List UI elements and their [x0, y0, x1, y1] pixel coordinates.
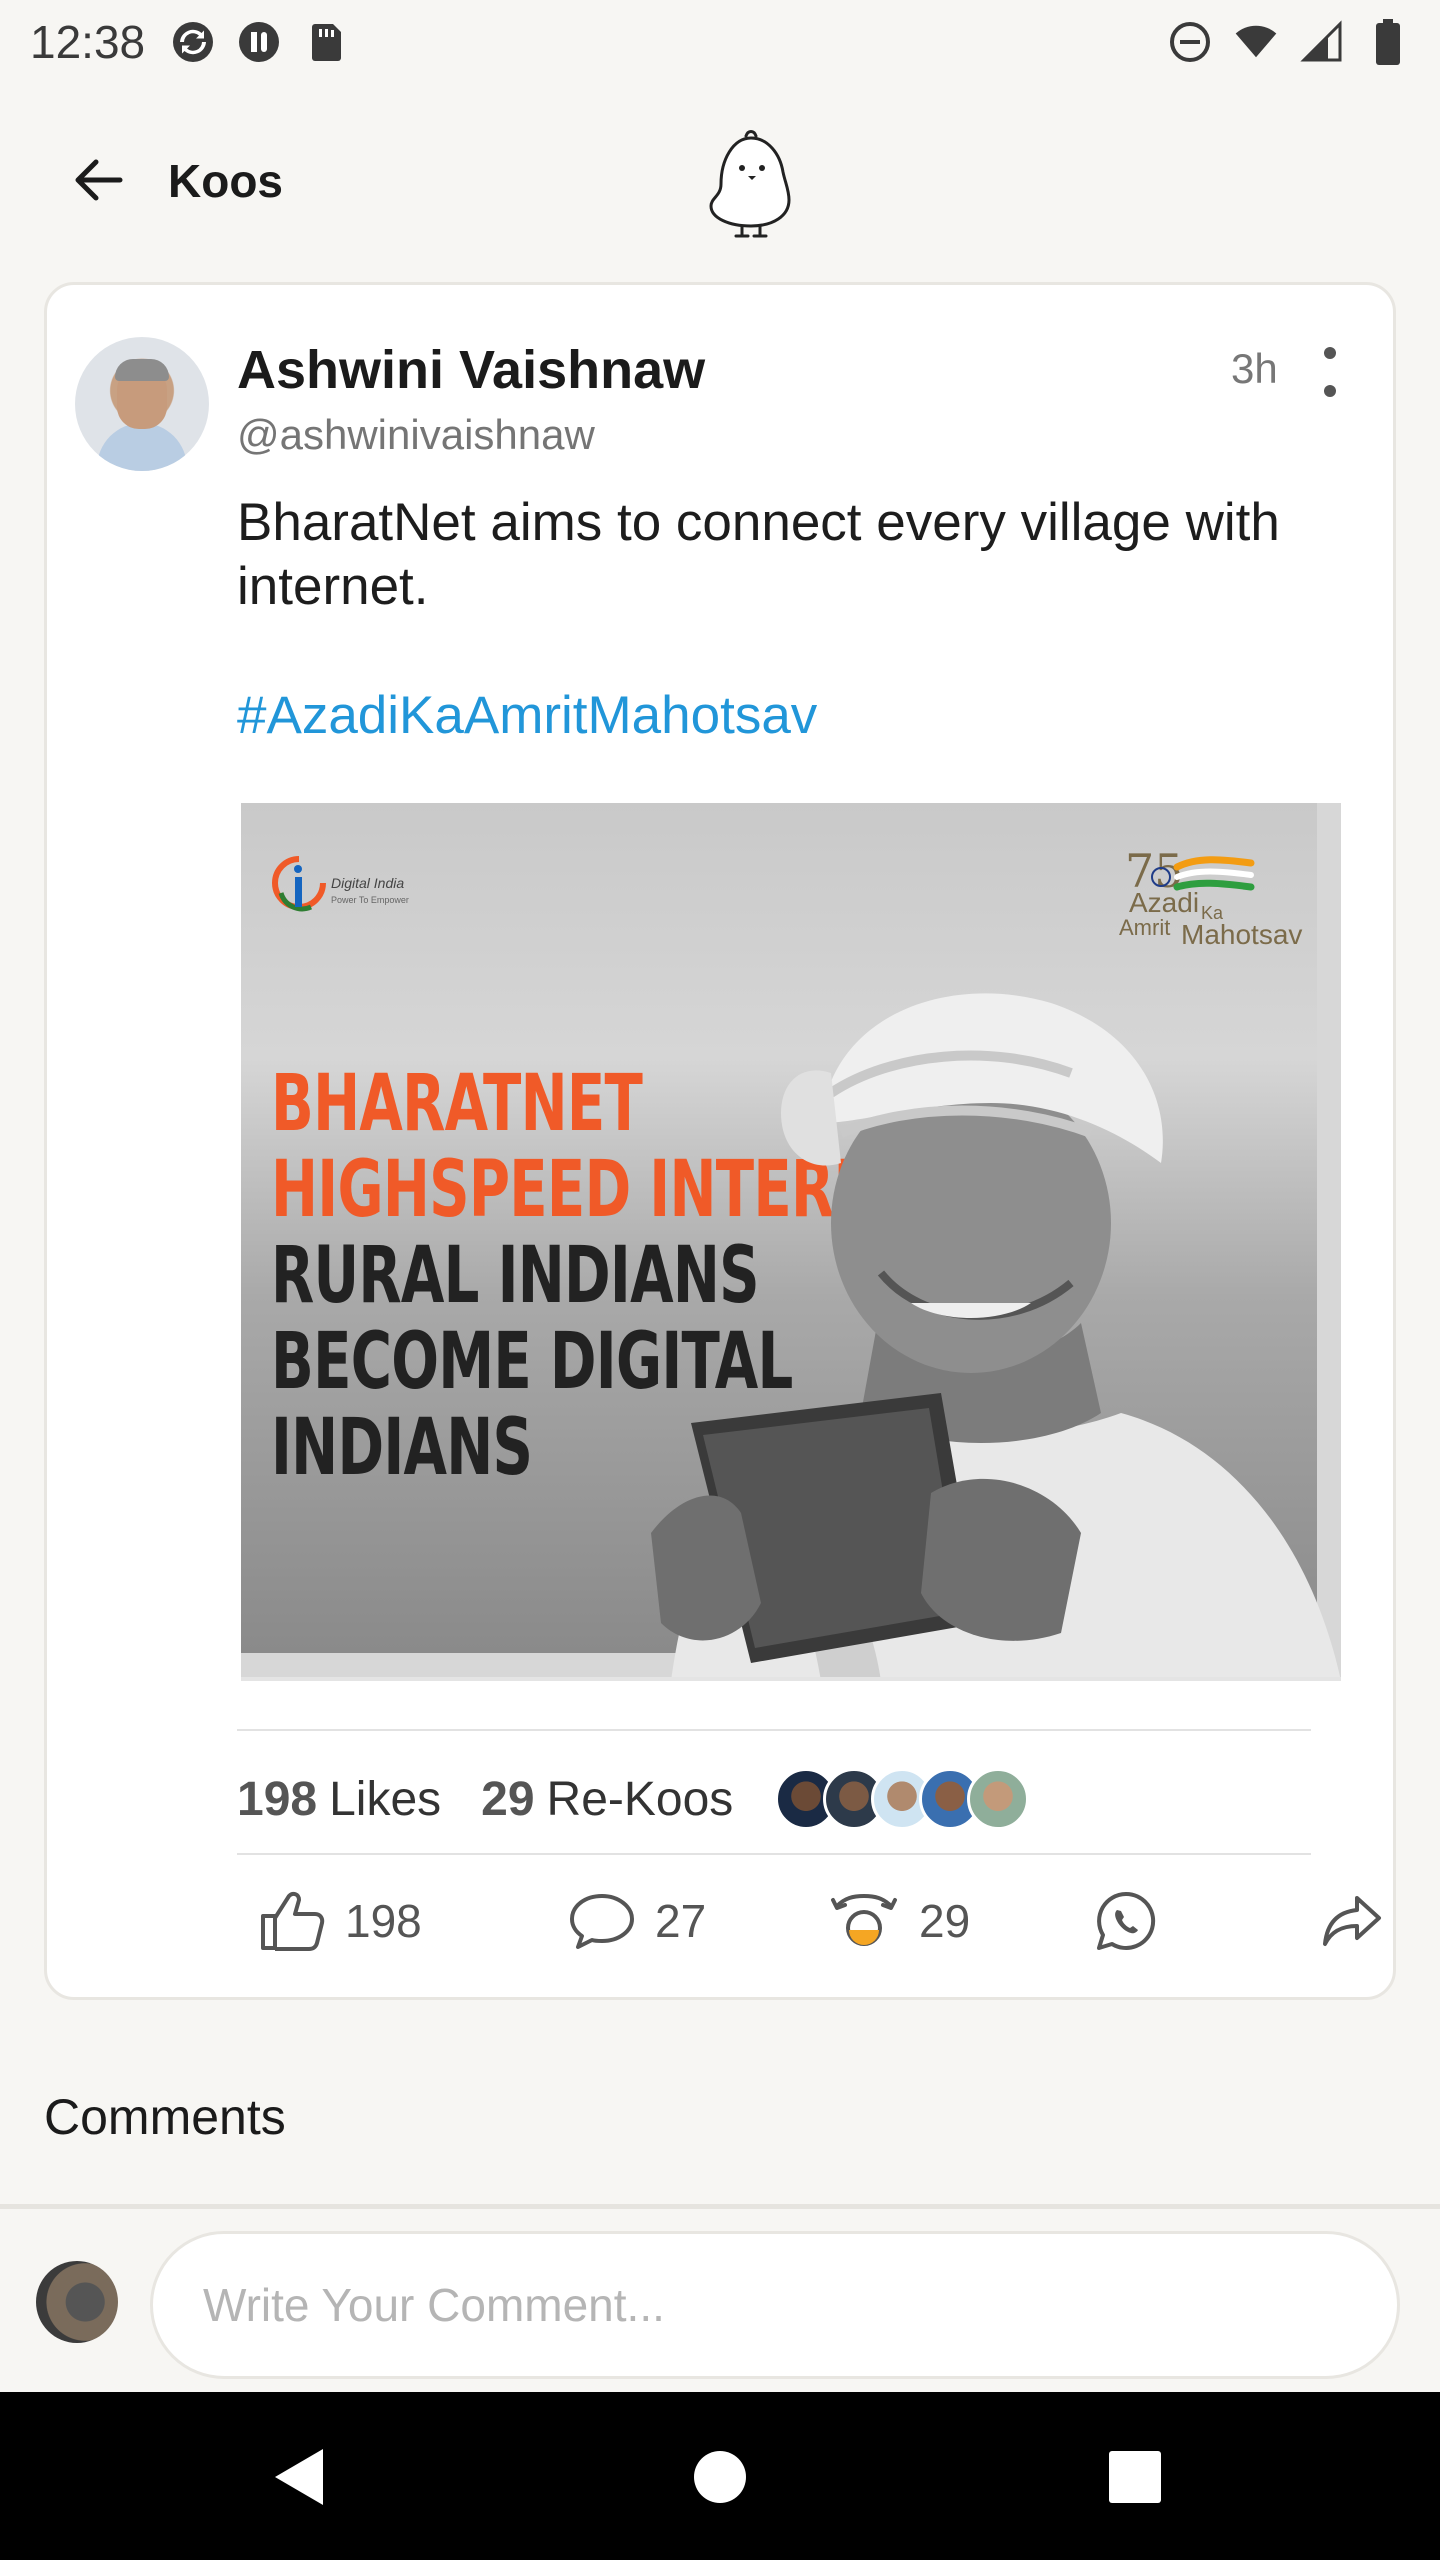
page-title: Koos — [168, 155, 283, 207]
comment-input[interactable] — [150, 2231, 1400, 2379]
author-avatar[interactable] — [75, 337, 209, 471]
author-handle[interactable]: @ashwinivaishnaw — [237, 411, 595, 459]
post-image[interactable]: Digital India Power To Empower 75 Azadi … — [241, 803, 1341, 1681]
wifi-icon — [1234, 20, 1278, 64]
likes-stat[interactable]: 198 Likes — [237, 1772, 441, 1827]
more-dot-icon — [1324, 385, 1336, 397]
rekoos-label: Re-Koos — [546, 1772, 734, 1826]
likes-label: Likes — [329, 1772, 442, 1826]
signal-icon — [1300, 20, 1344, 64]
comments-heading: Comments — [44, 2089, 286, 2145]
rekoo-count: 29 — [919, 1895, 971, 1947]
battery-icon — [1366, 19, 1410, 65]
image-bottom-rule — [241, 1677, 1341, 1681]
digital-india-logo-icon — [272, 856, 326, 912]
koo-post-card[interactable]: Ashwini Vaishnaw @ashwinivaishnaw 3h Bha… — [44, 282, 1396, 2000]
man-with-tablet-illustration — [651, 993, 1341, 1681]
avatar[interactable] — [36, 2261, 118, 2343]
thumbs-up-icon — [261, 1891, 325, 1951]
rekoo-icon — [831, 1893, 897, 1946]
divider — [237, 1729, 1311, 1731]
post-text: BharatNet aims to connect every village … — [237, 493, 1280, 616]
digital-india-subtext: Power To Empower — [331, 895, 409, 905]
like-count: 198 — [345, 1895, 422, 1947]
author-name[interactable]: Ashwini Vaishnaw — [237, 339, 705, 401]
app-header: Koos — [0, 110, 1440, 250]
status-left-icons — [171, 20, 347, 64]
arrow-left-icon — [75, 159, 123, 201]
post-timestamp: 3h — [1231, 345, 1278, 392]
more-options-button[interactable] — [1315, 347, 1345, 397]
rekoo-avatars[interactable] — [775, 1768, 1030, 1830]
nav-recents-icon — [1109, 2451, 1161, 2503]
akam-mahotsav: Mahotsav — [1181, 919, 1303, 950]
avatar-shirt — [97, 423, 187, 471]
status-bar: 12:38 — [0, 0, 1440, 84]
avatar — [967, 1768, 1030, 1830]
post-actions: 198 27 29 — [259, 1873, 1389, 1969]
nav-home-button[interactable] — [685, 2442, 755, 2512]
comment-button[interactable]: 27 — [569, 1873, 706, 1969]
share-arrow-icon — [1323, 1896, 1381, 1946]
share-button[interactable] — [1321, 1873, 1403, 1969]
digital-india-text: Digital India — [331, 875, 405, 891]
nav-home-icon — [694, 2451, 746, 2503]
post-stats: 198 Likes 29 Re-Koos — [237, 1759, 1030, 1839]
nav-recents-button[interactable] — [1100, 2442, 1170, 2512]
like-button[interactable]: 198 — [259, 1873, 422, 1969]
rekoo-button[interactable]: 29 — [829, 1873, 970, 1969]
system-navigation-bar — [0, 2392, 1440, 2560]
avatar-hair — [115, 359, 169, 381]
whatsapp-share-button[interactable] — [1095, 1873, 1177, 1969]
back-button[interactable] — [62, 150, 132, 210]
rekoos-stat[interactable]: 29 Re-Koos — [481, 1772, 733, 1827]
status-right-icons — [1168, 19, 1410, 65]
more-dot-icon — [1324, 347, 1336, 359]
divider — [237, 1853, 1311, 1855]
status-time: 12:38 — [30, 16, 146, 68]
rekoos-count: 29 — [481, 1772, 535, 1826]
whatsapp-icon — [1097, 1891, 1156, 1950]
comment-count: 27 — [655, 1895, 707, 1947]
koo-bird-logo — [709, 130, 791, 238]
likes-count: 198 — [237, 1772, 318, 1826]
hashtag-link[interactable]: #AzadiKaAmritMahotsav — [237, 685, 817, 746]
sync-icon — [171, 20, 215, 64]
sd-card-icon — [303, 20, 347, 64]
akam-amrit: Amrit — [1119, 915, 1171, 940]
comment-composer — [0, 2204, 1440, 2392]
nav-back-button[interactable] — [264, 2442, 334, 2512]
comment-bubble-icon — [570, 1894, 634, 1949]
pause-icon — [237, 20, 281, 64]
do-not-disturb-icon — [1168, 20, 1212, 64]
nav-back-icon — [275, 2449, 323, 2505]
